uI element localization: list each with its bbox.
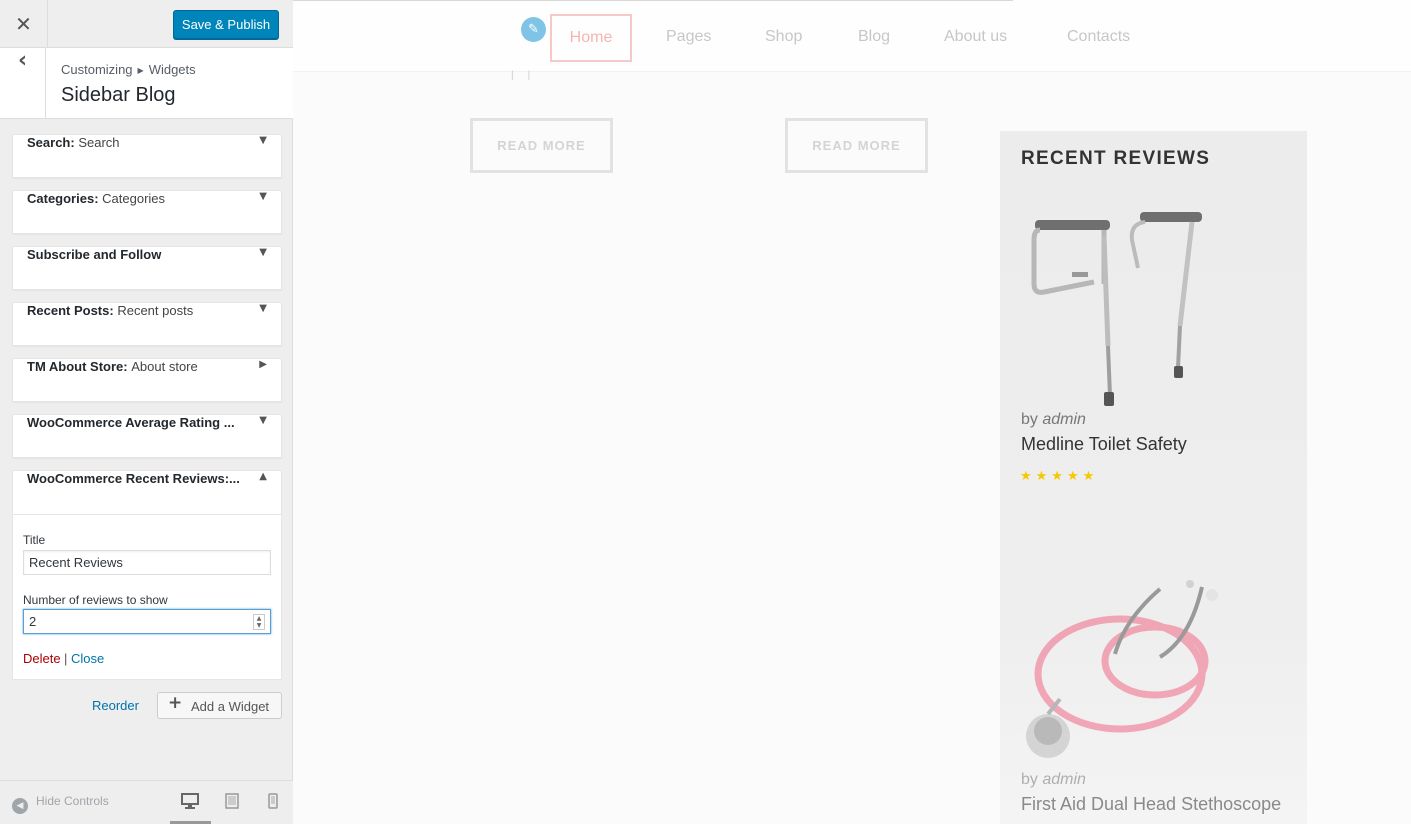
decorative-dashes: || [511,70,545,81]
recent-reviews-widget: RECENT REVIEWS by admin Medline Toilet S… [1000,131,1307,824]
site-preview: ✎ Home Pages Shop Blog About us Contacts… [293,0,1411,824]
widget-title: WooCommerce Recent Reviews:... [27,471,240,486]
count-field-label: Number of reviews to show [23,593,168,607]
expand-arrow-icon[interactable]: ▼ [259,247,267,258]
read-more-button[interactable]: READ MORE [470,118,613,173]
widget-name: WooCommerce Average Rating ... [27,415,235,430]
stethoscope-image[interactable] [1020,579,1230,764]
add-widget-label: Add a Widget [191,699,270,714]
widget-subtitle: Search [78,135,120,150]
by-text: by [1021,771,1038,788]
nav-top-line [293,0,1013,1]
widget-name: TM About Store: [27,359,128,374]
back-arrow-icon[interactable]: ‹ [0,48,46,118]
edit-pencil-icon[interactable]: ✎ [521,17,546,42]
review-product-name[interactable]: First Aid Dual Head Stethoscope [1021,794,1281,815]
widget-title: Search: Search [27,135,120,150]
review-byline: by admin [1021,771,1086,789]
widget-categories[interactable]: Categories: Categories ▼ [12,190,282,234]
expand-arrow-icon[interactable]: ▼ [259,303,267,314]
add-widget-button[interactable]: + Add a Widget [157,692,282,719]
reorder-link[interactable]: Reorder [92,698,139,713]
widget-name: Categories: [27,191,99,206]
review-product-name[interactable]: Medline Toilet Safety [1021,434,1187,455]
nav-about-us[interactable]: About us [944,28,1007,46]
widget-average-rating[interactable]: WooCommerce Average Rating ... ▼ [12,414,282,458]
breadcrumb-customizing: Customizing [61,62,133,77]
read-more-button[interactable]: READ MORE [785,118,928,173]
review-count-input[interactable]: 2 ▲ ▼ [23,609,271,634]
customizer-footer: ◀ Hide Controls [0,780,293,824]
number-spinner-icon[interactable]: ▲ ▼ [253,614,265,630]
expand-arrow-icon[interactable]: ▼ [259,135,267,146]
customizer-header: ✕ Save & Publish [0,0,293,48]
widget-name: Subscribe and Follow [27,247,162,262]
widget-subtitle: About store [131,359,198,374]
nav-home[interactable]: Home [550,14,632,62]
breadcrumb-separator-icon: ▶ [137,66,144,75]
close-icon[interactable]: ✕ [0,0,48,48]
rating-stars-icon: ★★★★★ [1020,469,1099,484]
widget-subtitle: Recent posts [117,303,194,318]
review-author: admin [1042,771,1086,788]
collapse-circle-icon: ◀ [12,798,28,814]
widget-subscribe-follow[interactable]: Subscribe and Follow ▼ [12,246,282,290]
save-publish-button[interactable]: Save & Publish [173,10,279,39]
link-separator: | [64,651,68,666]
widget-name: Search: [27,135,75,150]
widget-about-store[interactable]: TM About Store: About store ▶ [12,358,282,402]
widget-recent-posts[interactable]: Recent Posts: Recent posts ▼ [12,302,282,346]
tablet-preview-icon[interactable] [221,793,243,815]
plus-icon: + [168,693,183,713]
hide-controls-button[interactable]: ◀ Hide Controls [12,794,109,814]
recent-reviews-title: RECENT REVIEWS [1021,148,1211,169]
widget-subtitle: Categories [102,191,166,206]
widget-title: WooCommerce Average Rating ... [27,415,235,430]
title-field-label: Title [23,533,46,547]
delete-link[interactable]: Delete [23,651,61,666]
expand-arrow-icon[interactable]: ▼ [259,191,267,202]
review-byline: by admin [1021,411,1086,429]
collapse-arrow-icon[interactable]: ▲ [259,471,267,482]
nav-shop[interactable]: Shop [765,28,802,46]
widget-name: Recent Posts: [27,303,114,318]
nav-blog[interactable]: Blog [858,28,890,46]
hide-controls-label: Hide Controls [36,794,109,808]
review-count-value: 2 [29,614,37,629]
section-header: ‹ Customizing ▶ Widgets Sidebar Blog [0,48,293,119]
expand-arrow-icon[interactable]: ▼ [259,415,267,426]
nav-contacts[interactable]: Contacts [1067,28,1130,46]
title-input[interactable]: Recent Reviews [23,550,271,575]
review-author: admin [1042,411,1086,428]
widget-search[interactable]: Search: Search ▼ [12,134,282,178]
customizer-sidebar: ✕ Save & Publish ‹ Customizing ▶ Widgets S… [0,0,293,824]
breadcrumb-widgets: Widgets [148,62,196,77]
site-navigation: ✎ Home Pages Shop Blog About us Contacts [293,0,1411,72]
widget-title: TM About Store: About store [27,359,198,374]
close-link[interactable]: Close [71,651,104,666]
widget-recent-reviews: WooCommerce Recent Reviews:... ▲ Title R… [12,470,282,680]
nav-pages[interactable]: Pages [666,28,711,46]
mobile-preview-icon[interactable] [262,793,284,815]
widget-title: Subscribe and Follow [27,247,161,262]
widget-recent-reviews-header[interactable]: WooCommerce Recent Reviews:... ▲ [13,471,281,515]
desktop-preview-icon[interactable] [179,793,201,815]
by-text: by [1021,411,1038,428]
widget-title: Recent Posts: Recent posts [27,303,193,318]
section-title: Sidebar Blog [61,84,176,106]
breadcrumb: Customizing ▶ Widgets [61,62,196,77]
toilet-safety-frame-image[interactable] [1020,206,1220,411]
widget-title: Categories: Categories [27,191,165,206]
expand-arrow-icon[interactable]: ▶ [259,359,267,370]
